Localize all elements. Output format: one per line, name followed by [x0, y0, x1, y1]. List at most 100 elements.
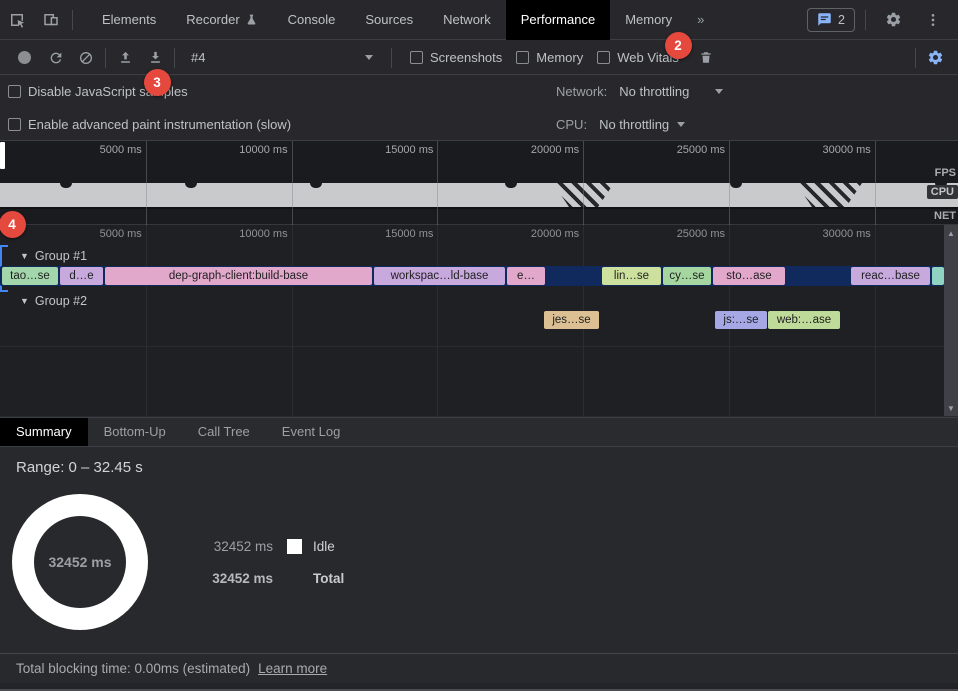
detail-tab-bottom-up[interactable]: Bottom-Up: [88, 418, 182, 446]
flame-chart[interactable]: 5000 ms10000 ms15000 ms20000 ms25000 ms3…: [0, 225, 958, 416]
tab-console[interactable]: Console: [273, 0, 351, 40]
net-lane-label: NET: [934, 210, 956, 222]
chat-count: 2: [838, 13, 845, 27]
fps-lane-label: FPS: [935, 167, 956, 179]
checkbox-label: Screenshots: [430, 50, 502, 65]
summary-legend: 32452 msIdle 32452 ms Total: [205, 536, 373, 600]
flame-tick-label: 15000 ms: [385, 228, 433, 240]
flame-grid-line: [437, 225, 438, 416]
flame-bar[interactable]: dep-graph-client:build-base: [105, 267, 372, 285]
toolbar-divider: [105, 48, 106, 68]
detail-tab-call-tree[interactable]: Call Tree: [182, 418, 266, 446]
tab-recorder[interactable]: Recorder: [171, 0, 272, 40]
legend-swatch: [287, 539, 302, 554]
bottom-strip: [0, 683, 958, 691]
main-toolbar: ElementsRecorderConsoleSourcesNetworkPer…: [0, 0, 958, 40]
tab-sources[interactable]: Sources: [350, 0, 428, 40]
memory-checkbox[interactable]: Memory: [516, 50, 583, 65]
cpu-throttle-select[interactable]: No throttling: [599, 117, 685, 132]
settings-button[interactable]: [876, 6, 910, 34]
toolbar-divider: [915, 48, 916, 68]
flame-bar[interactable]: [932, 267, 944, 285]
cpu-label: CPU:: [556, 117, 587, 132]
cpu-lane-label: CPU: [927, 185, 958, 199]
overview-tick-line: [292, 141, 293, 225]
flame-bar[interactable]: tao…se: [2, 267, 58, 285]
more-tabs-button[interactable]: »: [687, 12, 714, 27]
cpu-notch: [730, 183, 742, 188]
cpu-throttle-control: CPU: No throttling: [556, 117, 685, 132]
network-throttle-control: Network: No throttling: [556, 84, 723, 99]
flame-bar[interactable]: e…: [507, 267, 545, 285]
flame-bar[interactable]: reac…base: [851, 267, 930, 285]
save-profile-button[interactable]: [140, 45, 170, 71]
flame-bar[interactable]: lin…se: [602, 267, 661, 285]
range-text: Range: 0 – 32.45 s: [16, 459, 143, 476]
flame-bar[interactable]: web:…ase: [768, 311, 840, 329]
flame-bar[interactable]: sto…ase: [713, 267, 785, 285]
tab-elements[interactable]: Elements: [87, 0, 171, 40]
triangle-down-icon: ▼: [20, 296, 29, 306]
flame-scrollbar[interactable]: ▲ ▼: [944, 225, 958, 416]
record-button[interactable]: [18, 51, 31, 64]
overview-tick-line: [875, 141, 876, 225]
reload-icon: [48, 50, 64, 66]
group-label[interactable]: ▼Group #1: [20, 249, 87, 263]
group-name: Group #2: [35, 294, 87, 308]
toolbar-divider: [72, 10, 73, 30]
flame-bar[interactable]: workspac…ld-base: [374, 267, 505, 285]
load-profile-button[interactable]: [110, 45, 140, 71]
legend-row: 32452 msIdle: [205, 536, 373, 556]
scroll-down-icon[interactable]: ▼: [944, 401, 958, 415]
checkbox-label: Memory: [536, 50, 583, 65]
detail-tab-event-log[interactable]: Event Log: [266, 418, 357, 446]
capture-settings-button[interactable]: [920, 45, 950, 71]
reload-and-record-button[interactable]: [41, 45, 71, 71]
trash-icon: [699, 50, 713, 65]
legend-label: Idle: [313, 539, 373, 554]
legend-label: Total: [313, 571, 373, 586]
screenshots-checkbox[interactable]: Screenshots: [410, 50, 502, 65]
overview-tick-label: 15000 ms: [385, 144, 433, 156]
inspect-element-button[interactable]: [0, 6, 34, 34]
tab-performance[interactable]: Performance: [506, 0, 610, 40]
tutorial-badge-2[interactable]: 2: [665, 32, 692, 59]
checkbox-box: [410, 51, 423, 64]
detail-tabs: SummaryBottom-UpCall TreeEvent Log: [0, 417, 958, 447]
checkbox-box: [597, 51, 610, 64]
overview-tick-line: [729, 141, 730, 225]
learn-more-link[interactable]: Learn more: [258, 661, 327, 676]
overview-tick-label: 20000 ms: [531, 144, 579, 156]
flame-tick-label: 5000 ms: [100, 228, 142, 240]
device-toolbar-icon: [42, 11, 60, 29]
delete-recording-button[interactable]: [691, 45, 721, 71]
flame-grid-line: [875, 225, 876, 416]
legend-value: 32452 ms: [205, 571, 273, 586]
overview-left-handle[interactable]: [0, 142, 5, 169]
feedback-chat-button[interactable]: 2: [807, 8, 855, 32]
timeline-overview[interactable]: FPS CPU NET 5000 ms10000 ms15000 ms20000…: [0, 141, 958, 225]
flame-bar[interactable]: d…e: [60, 267, 103, 285]
detail-tab-summary[interactable]: Summary: [0, 418, 88, 446]
toolbar-divider: [865, 10, 866, 30]
flame-bar[interactable]: cy…se: [663, 267, 711, 285]
menu-button[interactable]: [916, 6, 950, 34]
device-toolbar-button[interactable]: [34, 6, 68, 34]
checkbox-box: [516, 51, 529, 64]
tutorial-badge-3[interactable]: 3: [144, 69, 171, 96]
tab-network[interactable]: Network: [428, 0, 506, 40]
network-throttle-select[interactable]: No throttling: [619, 84, 723, 99]
group-label[interactable]: ▼ Group #2: [20, 294, 87, 308]
tutorial-badge-4[interactable]: 4: [0, 211, 26, 238]
profile-history-select[interactable]: #4: [185, 46, 381, 70]
checkbox-box: [8, 118, 21, 131]
triangle-down-icon: ▼: [20, 251, 29, 261]
clear-button[interactable]: [71, 45, 101, 71]
summary-donut-chart: 32452 ms: [12, 494, 148, 630]
footer-bar: Total blocking time: 0.00ms (estimated) …: [0, 653, 958, 683]
flame-bar[interactable]: jes…se: [544, 311, 599, 329]
flame-bar[interactable]: js:…se: [715, 311, 767, 329]
advanced-paint-checkbox[interactable]: Enable advanced paint instrumentation (s…: [8, 117, 291, 132]
scroll-up-icon[interactable]: ▲: [944, 226, 958, 240]
cpu-overview-band: [0, 183, 958, 207]
